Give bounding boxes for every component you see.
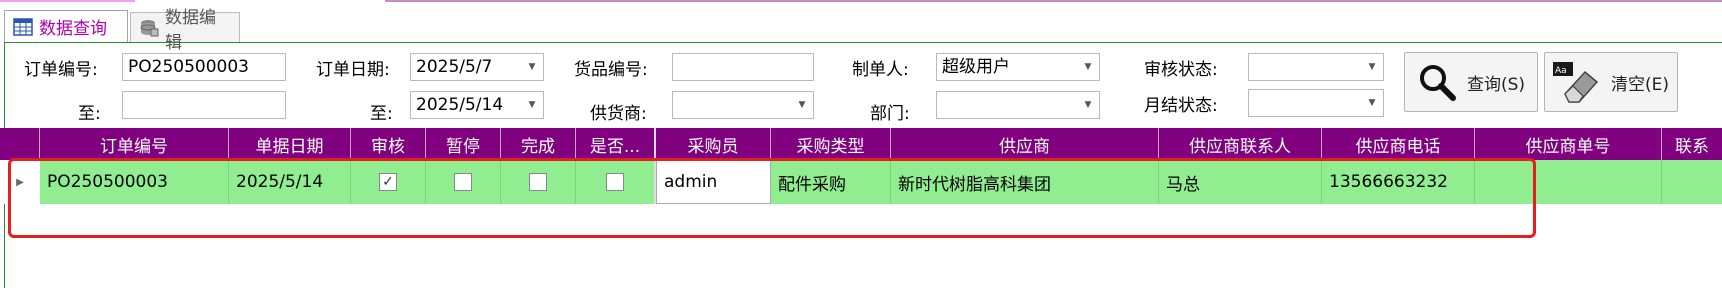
header-purchase-type[interactable]: 采购类型 <box>771 128 891 160</box>
creator-value: 超级用户 <box>942 57 1010 77</box>
cell-purchase-type[interactable]: 配件采购 <box>771 160 891 204</box>
grid-header: 订单编号 单据日期 审核 暂停 完成 是否... 采购员 采购类型 供应商 供应… <box>0 128 1722 160</box>
clear-button-label: 清空(E) <box>1611 74 1670 95</box>
supplier-select[interactable]: ▼ <box>672 91 814 119</box>
header-extra[interactable]: 联系 <box>1662 128 1722 160</box>
order-date-to-label: 至: <box>370 104 393 124</box>
creator-select[interactable]: 超级用户 ▼ <box>936 53 1100 81</box>
header-supplier[interactable]: 供应商 <box>891 128 1159 160</box>
cell-phone[interactable]: 13566663232 <box>1322 160 1475 204</box>
chevron-down-icon[interactable]: ▼ <box>795 92 809 118</box>
header-supplier-no[interactable]: 供应商单号 <box>1475 128 1662 160</box>
cell-extra[interactable] <box>1662 160 1722 204</box>
pause-checkbox[interactable] <box>454 173 472 191</box>
cell-audit[interactable]: ✓ <box>351 160 426 204</box>
row-indicator-arrow-icon: ▶ <box>0 160 40 204</box>
chevron-down-icon[interactable]: ▼ <box>1365 90 1379 116</box>
results-grid: 订单编号 单据日期 审核 暂停 完成 是否... 采购员 采购类型 供应商 供应… <box>0 128 1722 288</box>
cell-date[interactable]: 2025/5/14 <box>229 160 351 204</box>
eraser-icon: Aa <box>1551 60 1601 104</box>
goods-no-label: 货品编号: <box>574 60 648 80</box>
cell-supplier-no[interactable] <box>1475 160 1662 204</box>
audit-status-select[interactable]: ▼ <box>1248 53 1384 81</box>
order-date-to-value: 2025/5/14 <box>416 95 504 115</box>
creator-label: 制单人: <box>852 60 909 80</box>
header-complete[interactable]: 完成 <box>501 128 576 160</box>
chevron-down-icon[interactable]: ▼ <box>525 92 539 118</box>
order-no-to-input[interactable] <box>122 91 286 119</box>
chevron-down-icon[interactable]: ▼ <box>1365 54 1379 80</box>
header-pause[interactable]: 暂停 <box>426 128 501 160</box>
monthly-status-select[interactable]: ▼ <box>1248 89 1384 117</box>
tab-data-query[interactable]: 数据查询 <box>4 10 128 42</box>
chevron-down-icon[interactable]: ▼ <box>1081 92 1095 118</box>
header-date[interactable]: 单据日期 <box>229 128 351 160</box>
tab-data-query-label: 数据查询 <box>39 19 107 39</box>
flag-checkbox[interactable] <box>606 173 624 191</box>
audit-checkbox[interactable]: ✓ <box>379 173 397 191</box>
search-icon <box>1417 62 1457 102</box>
top-border-right <box>385 0 1722 2</box>
cell-contact[interactable]: 马总 <box>1159 160 1322 204</box>
query-button[interactable]: 查询(S) <box>1404 52 1538 112</box>
header-row-indicator <box>0 128 40 160</box>
database-icon <box>139 19 159 37</box>
supplier-label: 供货商: <box>590 104 647 124</box>
header-order-no[interactable]: 订单编号 <box>40 128 229 160</box>
query-button-label: 查询(S) <box>1467 74 1526 95</box>
chevron-down-icon[interactable]: ▼ <box>1081 54 1095 80</box>
top-border-left <box>0 0 135 2</box>
header-audit[interactable]: 审核 <box>351 128 426 160</box>
header-flag[interactable]: 是否... <box>576 128 656 160</box>
order-no-input[interactable]: PO250500003 <box>122 53 286 81</box>
order-no-label: 订单编号: <box>24 60 98 80</box>
cell-pause[interactable] <box>426 160 501 204</box>
header-contact[interactable]: 供应商联系人 <box>1159 128 1322 160</box>
order-no-to-label: 至: <box>78 104 101 124</box>
cell-order-no[interactable]: PO250500003 <box>40 160 229 204</box>
audit-status-label: 审核状态: <box>1144 60 1218 80</box>
cell-buyer[interactable]: admin <box>656 160 771 204</box>
svg-text:Aa: Aa <box>1555 66 1567 76</box>
header-buyer[interactable]: 采购员 <box>656 128 771 160</box>
tab-strip: 数据查询 数据编辑 <box>0 4 1722 53</box>
table-row[interactable]: ▶ PO250500003 2025/5/14 ✓ admin 配件采购 新时代… <box>0 160 1722 204</box>
table-icon <box>13 17 33 36</box>
tab-data-edit[interactable]: 数据编辑 <box>130 8 240 53</box>
clear-button[interactable]: Aa 清空(E) <box>1544 52 1678 112</box>
monthly-status-label: 月结状态: <box>1144 96 1218 116</box>
chevron-down-icon[interactable]: ▼ <box>525 54 539 80</box>
order-date-to-picker[interactable]: 2025/5/14 ▼ <box>410 91 544 119</box>
goods-no-input[interactable] <box>672 53 814 81</box>
cell-supplier[interactable]: 新时代树脂高科集团 <box>891 160 1159 204</box>
header-phone[interactable]: 供应商电话 <box>1322 128 1475 160</box>
order-date-label: 订单日期: <box>316 60 390 80</box>
order-date-from-value: 2025/5/7 <box>416 57 493 77</box>
dept-label: 部门: <box>870 104 910 124</box>
dept-select[interactable]: ▼ <box>936 91 1100 119</box>
order-date-from-picker[interactable]: 2025/5/7 ▼ <box>410 53 544 81</box>
cell-flag[interactable] <box>576 160 656 204</box>
cell-complete[interactable] <box>501 160 576 204</box>
complete-checkbox[interactable] <box>529 173 547 191</box>
